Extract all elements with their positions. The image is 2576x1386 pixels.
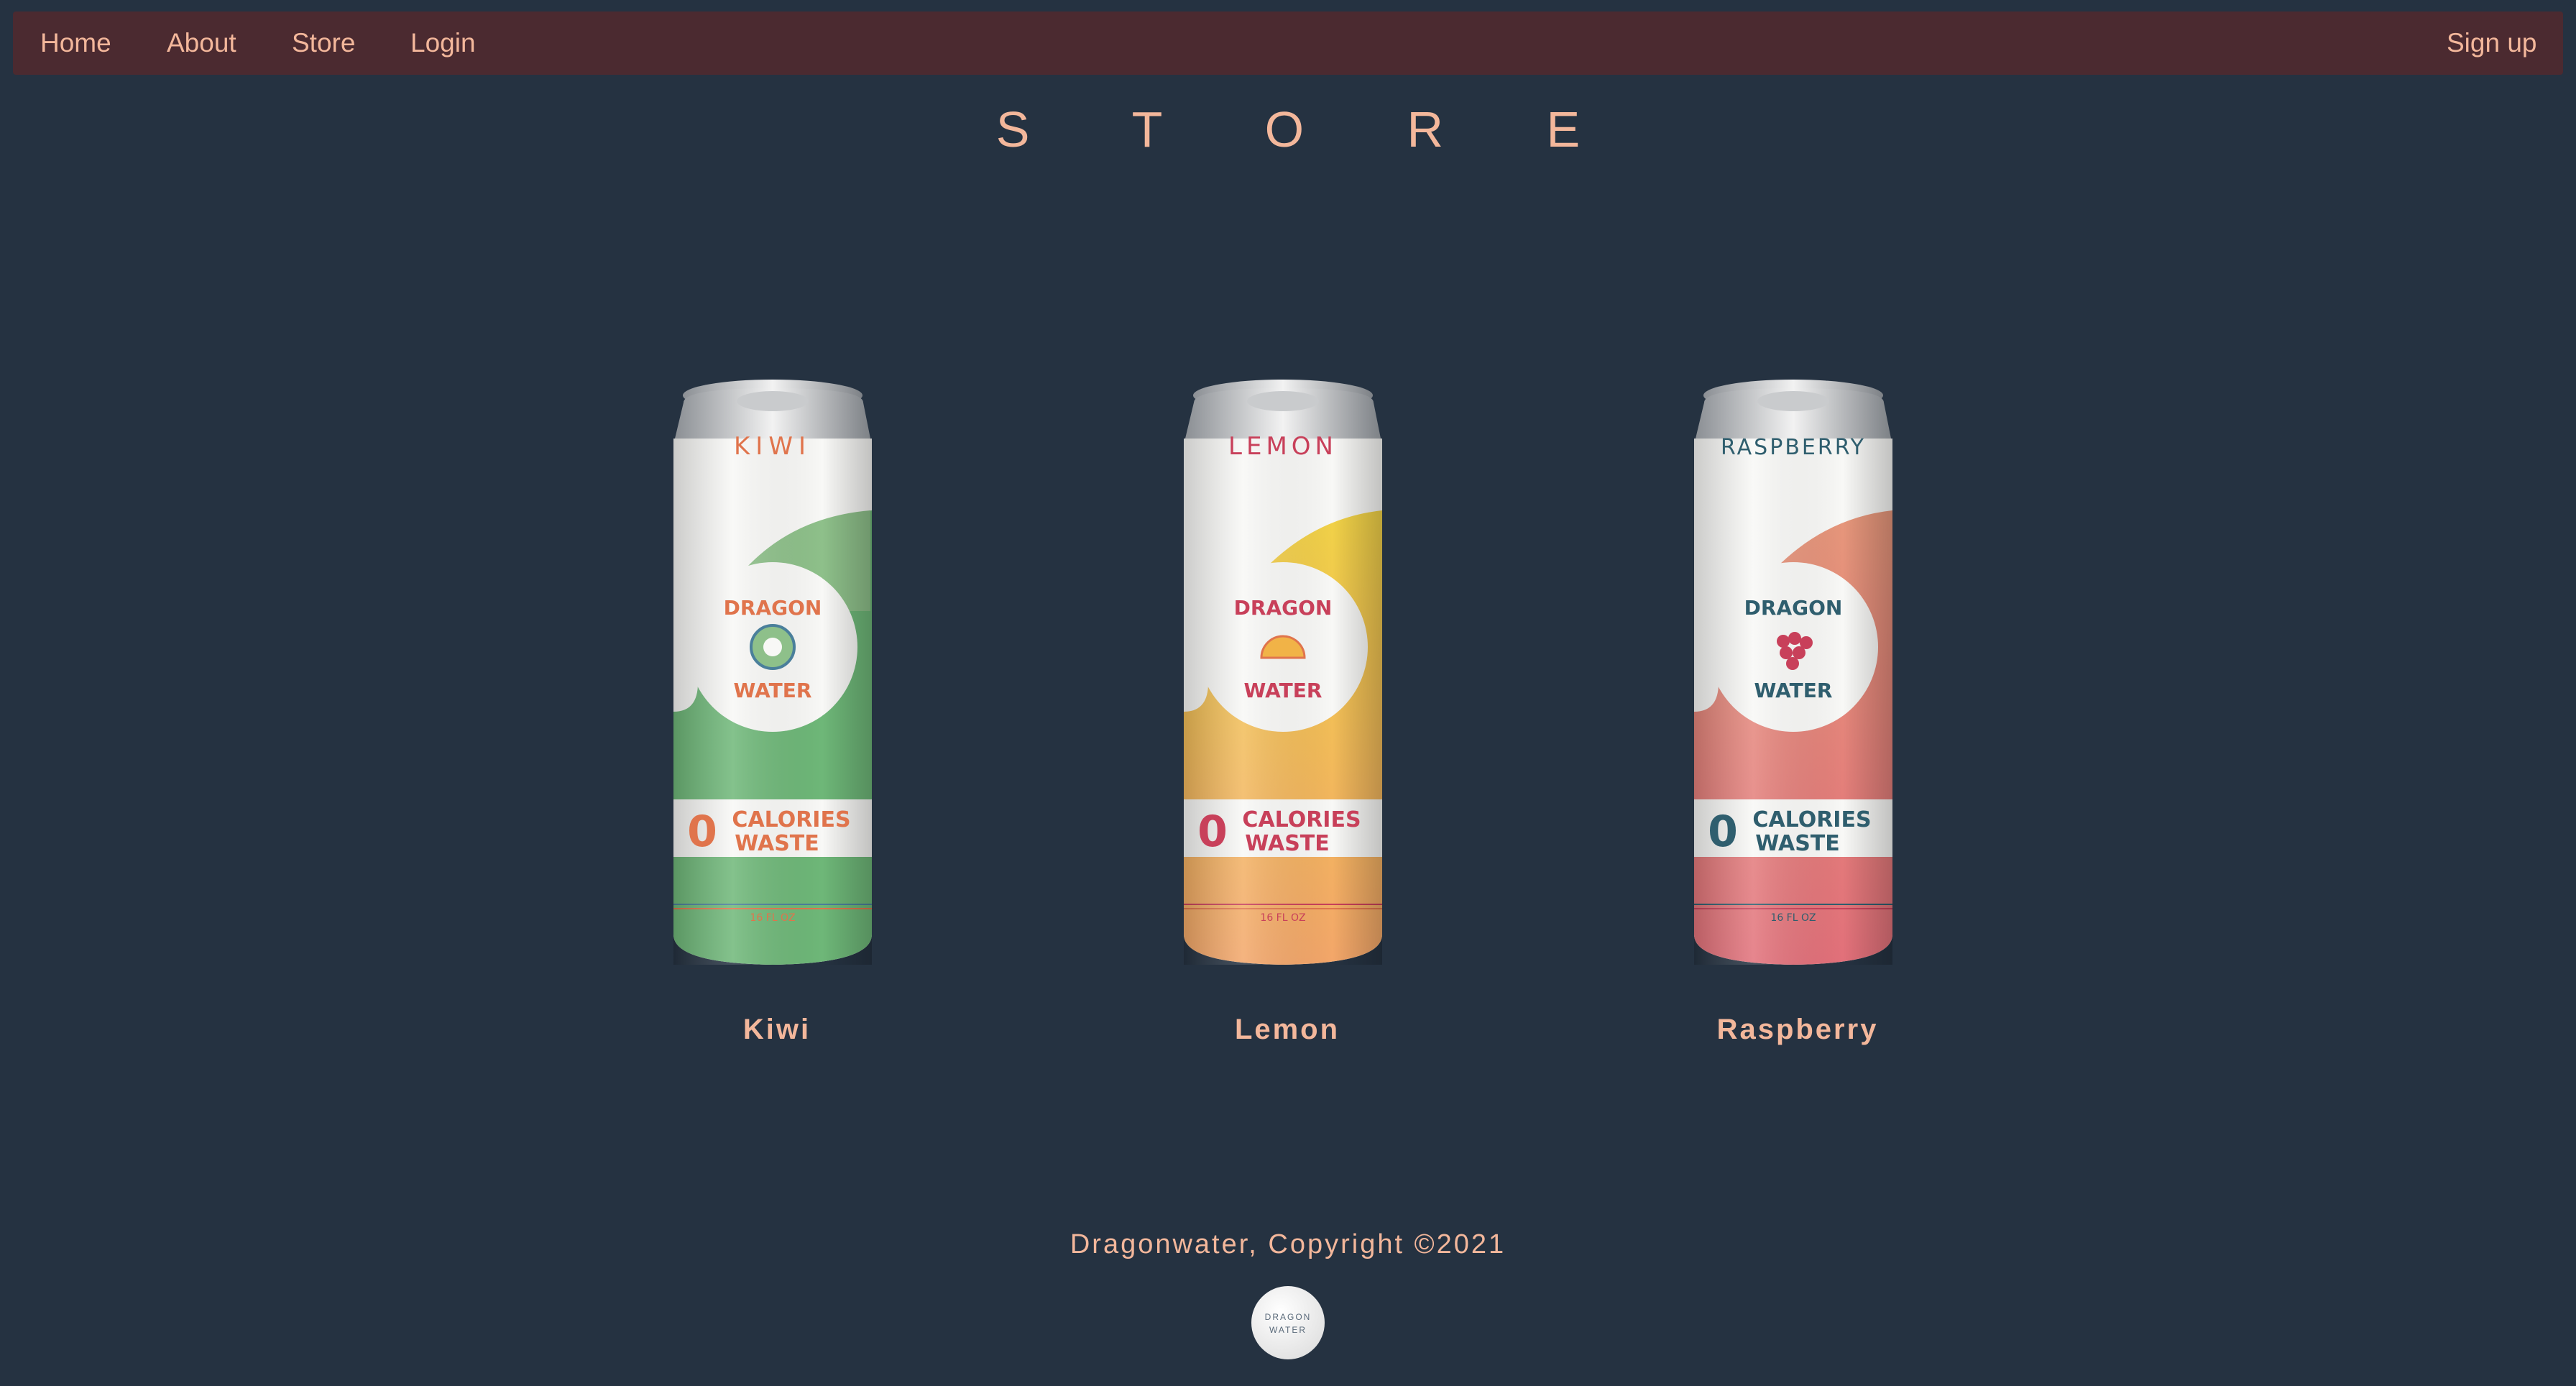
lemon-can-calories: CALORIES <box>1242 807 1361 832</box>
raspberry-can-flavor: RASPBERRY <box>1721 435 1866 460</box>
nav-login-link[interactable]: Login <box>410 12 476 75</box>
footer-logo-line1: DRAGON <box>1264 1312 1312 1322</box>
page-title: S T O R E <box>995 101 1625 157</box>
product-name-lemon[interactable]: Lemon <box>1165 1014 1409 1046</box>
footer-logo[interactable]: DRAGON WATER <box>1251 1286 1325 1359</box>
kiwi-can-image: KIWI DRAGON WATER 0 CALORIES WASTE 16 FL… <box>673 380 872 965</box>
kiwi-can-calories: CALORIES <box>732 807 850 832</box>
kiwi-can-waste: WASTE <box>735 831 819 856</box>
kiwi-can-brand-top: DRAGON <box>724 596 822 620</box>
lemon-can-zero: 0 <box>1197 807 1228 857</box>
nav-home-link[interactable]: Home <box>40 12 111 75</box>
lemon-can-brand-bottom: WATER <box>1244 679 1322 702</box>
lemon-can-volume: 16 FL OZ <box>1260 912 1305 924</box>
raspberry-can-brand-bottom: WATER <box>1754 679 1833 702</box>
kiwi-can-volume: 16 FL OZ <box>750 912 795 924</box>
kiwi-can-brand-bottom: WATER <box>734 679 812 702</box>
nav-about-link[interactable]: About <box>167 12 236 75</box>
lemon-can-image: LEMON DRAGON WATER 0 CALORIES WASTE 16 F… <box>1184 380 1382 965</box>
raspberry-can-zero: 0 <box>1708 807 1738 857</box>
lemon-can-waste: WASTE <box>1245 831 1330 856</box>
kiwi-can-flavor: KIWI <box>734 432 811 461</box>
raspberry-can-image: RASPBERRY DRAGON WATER 0 CALORIES WASTE … <box>1694 380 1892 965</box>
raspberry-can-calories: CALORIES <box>1752 807 1871 832</box>
nav-store-link[interactable]: Store <box>292 12 355 75</box>
nav-signup-link[interactable]: Sign up <box>2447 12 2537 75</box>
raspberry-can-brand-top: DRAGON <box>1744 596 1843 620</box>
lemon-can-flavor: LEMON <box>1228 432 1338 461</box>
kiwi-can-zero: 0 <box>687 807 717 857</box>
footer-logo-line2: WATER <box>1269 1325 1307 1335</box>
raspberry-can-volume: 16 FL OZ <box>1770 912 1816 924</box>
navbar: Home About Store Login Sign up <box>13 12 2563 75</box>
raspberry-can-waste: WASTE <box>1755 831 1840 856</box>
footer-copyright: Dragonwater, Copyright ©2021 <box>1070 1229 1506 1259</box>
product-name-raspberry[interactable]: Raspberry <box>1675 1014 1920 1046</box>
lemon-can-brand-top: DRAGON <box>1234 596 1333 620</box>
product-name-kiwi[interactable]: Kiwi <box>655 1014 899 1046</box>
store-page: Home About Store Login Sign up S T O R E <box>0 0 2576 1386</box>
